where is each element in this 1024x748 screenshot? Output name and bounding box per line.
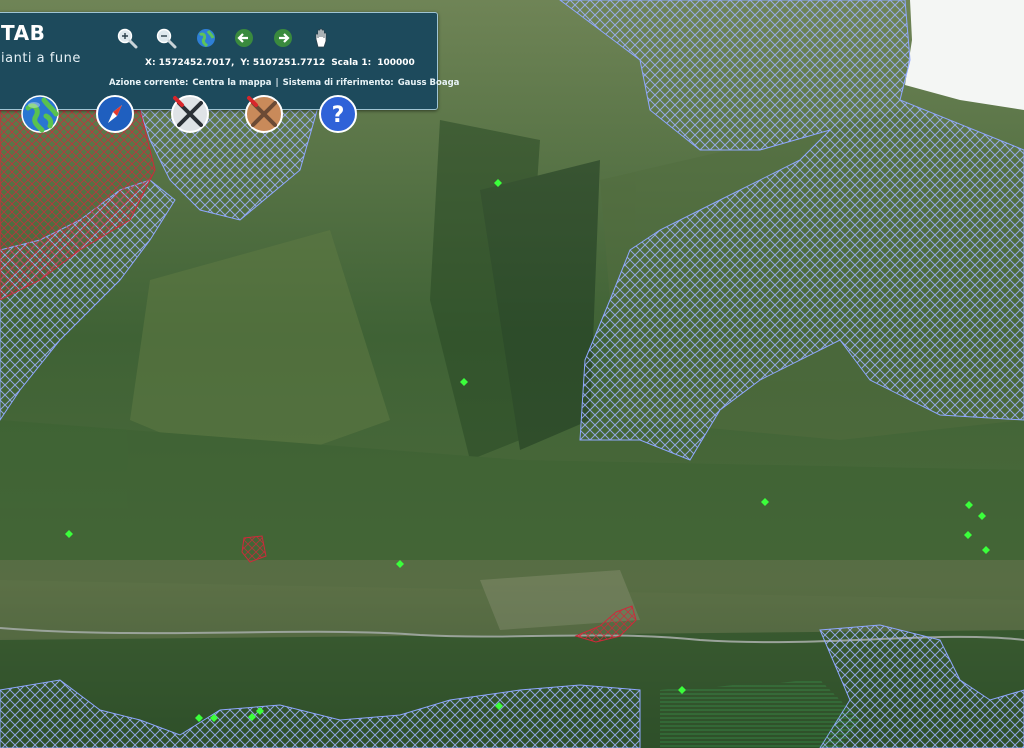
green-striped-zone (660, 680, 860, 748)
green-marker[interactable] (248, 713, 256, 721)
green-marker[interactable] (965, 501, 973, 509)
green-marker[interactable] (195, 714, 203, 722)
zoom-out-icon[interactable] (155, 27, 177, 49)
full-extent-icon[interactable] (195, 27, 217, 49)
scale-value: 100000 (377, 58, 415, 68)
globe-button-icon[interactable] (20, 94, 60, 134)
app-subtitle: ianti a fune (1, 51, 81, 66)
coordinates-readout: X: 1572452.7017, Y: 5107251.7712 Scala 1: 1… (145, 58, 421, 68)
control-panel: TAB ianti a fune X: 1572452.7017, Y: 5107… (0, 12, 459, 110)
green-marker[interactable] (982, 546, 990, 554)
coord-y: Y: 5107251.7712 (240, 58, 326, 68)
pan-hand-icon[interactable] (311, 27, 333, 49)
green-marker[interactable] (964, 531, 972, 539)
green-marker[interactable] (460, 378, 468, 386)
green-marker[interactable] (978, 512, 986, 520)
coord-x: X: 1572452.7017, (145, 58, 235, 68)
green-marker[interactable] (396, 560, 404, 568)
tools-disabled-button-icon[interactable] (244, 94, 284, 134)
current-action-label: Azione corrente: (109, 78, 189, 88)
previous-view-icon[interactable] (233, 27, 255, 49)
svg-text:?: ? (332, 103, 345, 128)
current-action-value: Centra la mappa (192, 78, 272, 88)
green-marker[interactable] (678, 686, 686, 694)
green-marker[interactable] (761, 498, 769, 506)
green-marker[interactable] (65, 530, 73, 538)
green-marker[interactable] (210, 714, 218, 722)
help-button-icon[interactable]: ? (318, 94, 358, 134)
status-separator: | (275, 78, 279, 88)
green-marker[interactable] (256, 707, 264, 715)
status-line: Azione corrente: Centra la mappa | Sistema … (109, 78, 463, 88)
crs-label: Sistema di riferimento: (282, 78, 394, 88)
green-marker[interactable] (494, 179, 502, 187)
compass-button-icon[interactable] (95, 94, 135, 134)
crs-value: Gauss Boaga (397, 78, 460, 88)
green-marker[interactable] (495, 702, 503, 710)
zoom-in-icon[interactable] (116, 27, 138, 49)
map-canvas[interactable] (0, 0, 1024, 748)
tools-button-icon[interactable] (170, 94, 210, 134)
app-title: TAB (1, 21, 46, 45)
scale-label: Scala 1: (331, 58, 372, 68)
next-view-icon[interactable] (272, 27, 294, 49)
